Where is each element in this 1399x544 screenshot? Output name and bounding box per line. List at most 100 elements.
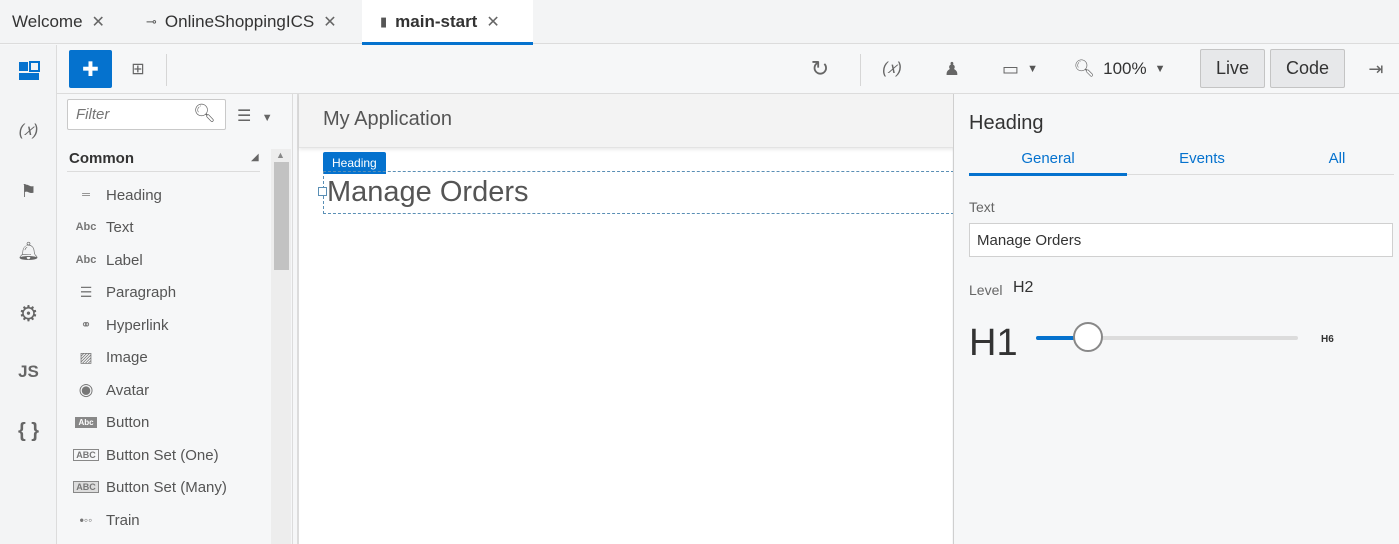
active-tab-indicator — [969, 173, 1127, 176]
javascript-icon[interactable]: JS — [0, 362, 57, 382]
bell-icon[interactable]: 🔔︎ — [0, 241, 57, 262]
text-label: Text — [969, 199, 995, 215]
zoom-value: 100% — [1103, 59, 1147, 78]
structure-button[interactable]: ⊞ — [125, 50, 151, 88]
image-icon: ▨ — [79, 348, 93, 365]
design-canvas[interactable]: My Application Heading Manage Orders — [297, 94, 954, 544]
level-label: Level — [969, 282, 1003, 298]
component-label: Button Set (One) — [106, 446, 219, 464]
user-roles-button[interactable]: ♟ — [937, 50, 967, 88]
level-min-label: H1 — [969, 322, 1018, 364]
text-field[interactable]: Manage Orders — [969, 223, 1393, 257]
component-label: Button — [106, 413, 150, 431]
panel-right-icon: ⇥ — [1368, 58, 1384, 79]
components-palette: 🔍︎ ☰ ▼ Common ◢ ═ Heading Abc Text Abc L… — [57, 94, 293, 544]
train-icon: •◦◦ — [79, 513, 93, 527]
user-role-icon: ♟ — [943, 58, 961, 79]
tab-main-start[interactable]: ▮ main-start ✕ — [362, 0, 533, 45]
component-label: Train — [106, 511, 140, 529]
tab-label: Welcome — [12, 12, 83, 31]
component-button[interactable]: Abc Button — [72, 410, 149, 434]
component-label: Image — [106, 348, 148, 366]
close-icon[interactable]: ✕ — [486, 12, 499, 32]
puzzle-icon: ✚ — [82, 58, 99, 81]
component-paragraph[interactable]: ☰ Paragraph — [72, 280, 176, 304]
component-label: Text — [106, 218, 134, 236]
section-title[interactable]: Common — [69, 150, 134, 167]
view-options-button[interactable]: ☰ ▼ — [237, 106, 273, 126]
tab-label: main-start — [395, 12, 478, 31]
component-heading[interactable]: ═ Heading — [72, 183, 162, 207]
chevron-down-icon: ▼ — [1027, 63, 1038, 75]
tab-events[interactable]: Events — [1127, 146, 1277, 172]
button-icon: Abc — [72, 413, 100, 431]
code-button[interactable]: Code — [1270, 49, 1345, 88]
component-label: Label — [106, 251, 143, 269]
level-value: H2 — [1013, 279, 1034, 296]
gear-icon[interactable]: ⚙ — [0, 301, 57, 327]
component-button-set-many[interactable]: ABC Button Set (Many) — [72, 475, 227, 499]
tab-general[interactable]: General — [969, 146, 1127, 172]
app-header: My Application — [299, 94, 954, 148]
toggle-properties-button[interactable]: ⇥ — [1363, 50, 1389, 88]
scroll-up-icon[interactable]: ▲ — [276, 150, 285, 160]
variables-icon: (𝑥) — [882, 60, 902, 77]
variables-icon[interactable]: (𝑥) — [0, 122, 57, 140]
component-avatar[interactable]: ◉ Avatar — [72, 378, 150, 402]
button-set-many-icon: ABC — [72, 478, 100, 496]
search-icon[interactable]: 🔍︎ — [193, 103, 216, 124]
properties-title: Heading — [969, 112, 1044, 134]
component-label[interactable]: Abc Label — [72, 248, 143, 272]
service-icon: ⊸ — [146, 14, 157, 29]
hyperlink-icon: ⚭ — [80, 317, 92, 332]
tab-welcome[interactable]: Welcome ✕ — [12, 0, 105, 44]
refresh-button[interactable]: ↻ — [805, 50, 835, 88]
heading-component[interactable]: Manage Orders — [327, 176, 529, 209]
button-set-one-icon: ABC — [72, 446, 100, 464]
component-label: Paragraph — [106, 283, 177, 301]
chevron-down-icon: ▼ — [261, 112, 273, 124]
app-title[interactable]: My Application — [323, 108, 452, 131]
page-designer-icon[interactable] — [0, 61, 57, 86]
component-label: Avatar — [106, 381, 150, 399]
close-icon[interactable]: ✕ — [92, 12, 105, 32]
designer-toolbar: ✚ ⊞ ↻ (𝑥) ♟ ▭ ▼ 🔍︎ 100% ▼ Live Code ⇥ — [57, 45, 1399, 94]
variables-button[interactable]: (𝑥) — [875, 50, 909, 88]
tab-label: OnlineShoppingICS — [164, 12, 315, 31]
component-button-set-one[interactable]: ABC Button Set (One) — [72, 443, 219, 467]
components-button[interactable]: ✚ — [69, 50, 112, 88]
left-rail: (𝑥) ⚑ 🔔︎ ⚙ JS { } — [0, 45, 57, 544]
component-image[interactable]: ▨ Image — [72, 345, 148, 369]
component-train[interactable]: •◦◦ Train — [72, 508, 140, 532]
heading-icon: ═ — [82, 189, 90, 201]
zoom-dropdown[interactable]: 🔍︎ 100% ▼ — [1072, 50, 1167, 88]
device-icon: ▭ — [1002, 58, 1020, 79]
json-icon[interactable]: { } — [0, 420, 57, 443]
selection-handle[interactable] — [318, 187, 327, 196]
component-hyperlink[interactable]: ⚭ Hyperlink — [72, 313, 169, 337]
tab-all[interactable]: All — [1277, 146, 1397, 172]
editor-tab-bar: Welcome ✕ ⊸ OnlineShoppingICS ✕ ▮ main-s… — [0, 0, 1399, 45]
refresh-icon: ↻ — [810, 56, 830, 81]
paragraph-icon: ☰ — [79, 283, 93, 300]
properties-panel: Heading General Events All Text Manage O… — [953, 94, 1399, 544]
device-size-dropdown[interactable]: ▭ ▼ — [995, 50, 1045, 88]
level-slider-thumb[interactable] — [1073, 322, 1104, 352]
close-icon[interactable]: ✕ — [323, 12, 336, 32]
scrollbar-thumb[interactable] — [274, 162, 289, 270]
structure-icon: ⊞ — [131, 61, 145, 78]
search-icon: 🔍︎ — [1073, 59, 1096, 78]
tab-onlineshoppingics[interactable]: ⊸ OnlineShoppingICS ✕ — [146, 0, 337, 44]
component-text[interactable]: Abc Text — [72, 215, 134, 239]
avatar-icon: ◉ — [78, 380, 94, 399]
level-max-label: H6 — [1321, 334, 1334, 345]
live-button[interactable]: Live — [1200, 49, 1265, 88]
collapse-icon[interactable]: ◢ — [251, 152, 259, 163]
component-label: Button Set (Many) — [106, 478, 227, 496]
component-label: Hyperlink — [106, 316, 169, 334]
chevron-down-icon: ▼ — [1154, 63, 1166, 75]
component-label: Heading — [106, 186, 162, 204]
flag-icon[interactable]: ⚑ — [0, 181, 57, 202]
file-icon: ▮ — [380, 14, 388, 29]
list-icon: ☰ — [237, 108, 252, 125]
